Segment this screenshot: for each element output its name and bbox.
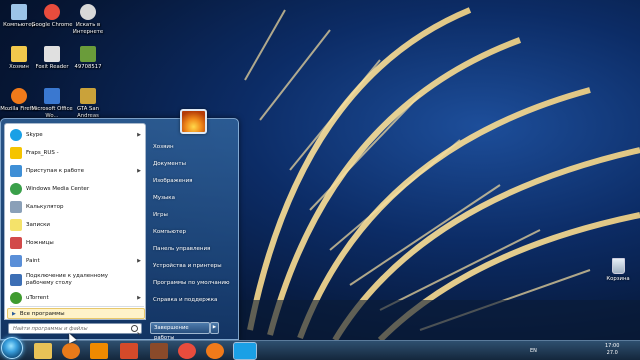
program-item-skype[interactable]: Skype ▶	[7, 127, 145, 143]
place-item-computer[interactable]: Компьютер	[150, 225, 236, 240]
place-item-control-panel[interactable]: Панель управления	[150, 242, 236, 257]
program-item-snipping-tool[interactable]: Ножницы	[7, 235, 145, 251]
word-icon	[44, 88, 60, 104]
place-item-music[interactable]: Музыка	[150, 191, 236, 206]
taskbar-explorer-icon[interactable]	[34, 343, 52, 359]
place-item-games[interactable]: Игры	[150, 208, 236, 223]
start-menu: Skype ▶ Fraps_RUS - Приступая к работе ▶…	[0, 109, 239, 341]
program-item-media-center[interactable]: Windows Media Center	[7, 181, 145, 197]
recycle-bin-icon	[611, 258, 625, 274]
program-item-utorrent[interactable]: uTorrent ▶	[7, 290, 145, 306]
gta-icon	[80, 88, 96, 104]
submenu-arrow-icon: ▶	[137, 168, 141, 174]
chrome-icon	[44, 4, 60, 20]
taskbar-game-icon[interactable]	[150, 343, 168, 359]
taskbar-vlc-icon[interactable]	[90, 343, 108, 359]
desktop-icon-image[interactable]: 49708517	[66, 46, 110, 71]
arrow-right-icon: ▶	[212, 325, 217, 330]
firefox-icon	[11, 88, 27, 104]
fraps-icon	[10, 147, 22, 159]
image-file-icon	[80, 46, 96, 62]
start-menu-programs-pane: Skype ▶ Fraps_RUS - Приступая к работе ▶…	[4, 123, 146, 320]
place-item-default-programs[interactable]: Программы по умолчанию	[150, 276, 236, 291]
skype-icon	[10, 129, 22, 141]
clock[interactable]: 17:00 27.0	[605, 343, 619, 357]
arrow-right-icon: ▶	[12, 310, 16, 317]
desktop-icon-gta[interactable]: GTA San Andreas	[66, 88, 110, 119]
program-item-paint[interactable]: Paint ▶	[7, 253, 145, 269]
program-item-calculator[interactable]: Калькулятор	[7, 199, 145, 215]
desktop-icon-recycle-bin[interactable]: Корзина	[600, 258, 636, 282]
sticky-notes-icon	[10, 219, 22, 231]
place-item-devices-printers[interactable]: Устройства и принтеры	[150, 259, 236, 274]
taskbar-firefox-icon[interactable]	[206, 343, 224, 359]
calculator-icon	[10, 201, 22, 213]
utorrent-icon	[10, 292, 22, 304]
user-folder-icon	[11, 46, 27, 62]
language-indicator[interactable]: EN	[530, 348, 537, 354]
remote-desktop-icon	[10, 274, 22, 286]
getting-started-icon	[10, 165, 22, 177]
place-item-user[interactable]: Хозяин	[150, 140, 236, 155]
taskbar-skype-icon[interactable]	[233, 342, 257, 360]
search-web-icon	[80, 4, 96, 20]
start-button[interactable]	[1, 337, 23, 359]
shutdown-options-button[interactable]: ▶	[210, 322, 219, 334]
computer-icon	[11, 4, 27, 20]
place-item-help-support[interactable]: Справка и поддержка	[150, 293, 236, 308]
place-item-pictures[interactable]: Изображения	[150, 174, 236, 189]
all-programs-button[interactable]: ▶ Все программы	[7, 308, 145, 319]
search-input[interactable]: Найти программы и файлы	[8, 323, 142, 334]
search-icon	[131, 325, 138, 332]
paint-icon	[10, 255, 22, 267]
taskbar-media-player-icon[interactable]	[62, 343, 80, 359]
snipping-tool-icon	[10, 237, 22, 249]
program-item-getting-started[interactable]: Приступая к работе ▶	[7, 163, 145, 179]
program-item-sticky-notes[interactable]: Записки	[7, 217, 145, 233]
desktop-icon-search-web[interactable]: Искать в Интернете	[66, 4, 110, 35]
media-center-icon	[10, 183, 22, 195]
separator	[10, 306, 144, 307]
place-item-documents[interactable]: Документы	[150, 157, 236, 172]
foxit-reader-icon	[44, 46, 60, 62]
program-item-remote-desktop[interactable]: Подключение к удаленному рабочему столу	[7, 271, 145, 289]
taskbar-app-icon[interactable]	[120, 343, 138, 359]
program-item-fraps[interactable]: Fraps_RUS -	[7, 145, 145, 161]
submenu-arrow-icon: ▶	[137, 295, 141, 301]
taskbar-chrome-icon[interactable]	[178, 343, 196, 359]
shutdown-button[interactable]: Завершение работы	[150, 322, 210, 341]
taskbar: EN 17:00 27.0	[0, 337, 640, 360]
submenu-arrow-icon: ▶	[137, 258, 141, 264]
user-picture[interactable]	[180, 109, 207, 134]
submenu-arrow-icon: ▶	[137, 132, 141, 138]
